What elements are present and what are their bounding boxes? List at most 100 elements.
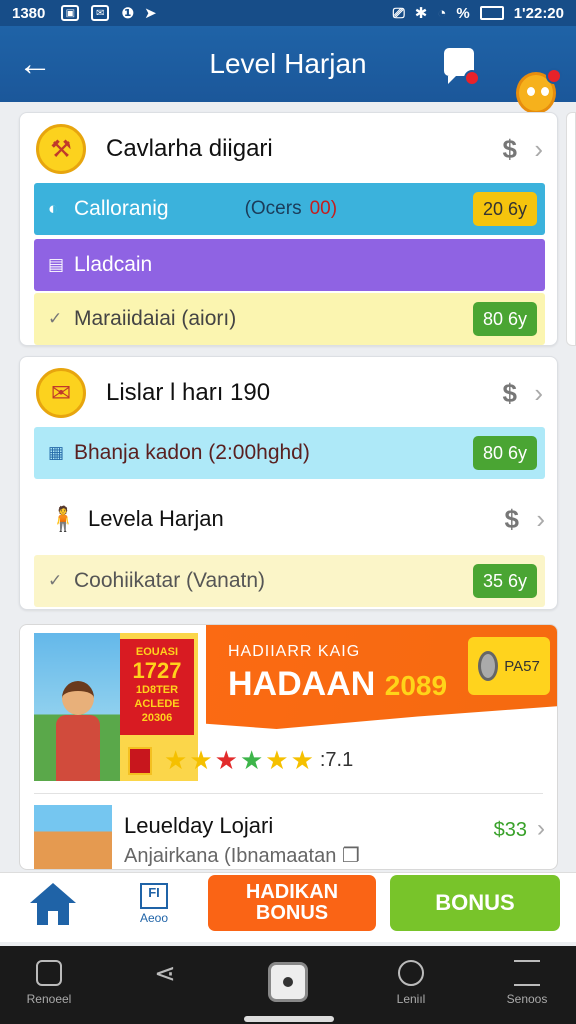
status-time: 1380 — [12, 4, 46, 22]
card-one-header[interactable]: ⚒ Cavlarha diigari $ › — [20, 115, 557, 183]
list-icon: ▤ — [48, 255, 65, 274]
price-badge: 20 6y — [472, 192, 537, 226]
rating-stars: ★ ★ ★ ★ ★ ★ :7.1 — [128, 745, 353, 776]
divider — [34, 793, 543, 794]
dollar-icon: $ — [504, 503, 519, 534]
promo-poster: EOUASI 1727 1D8TER ACLEDE 20306 — [120, 639, 194, 735]
promo-headline-small: HADIIARR KAIG — [228, 643, 361, 660]
chevron-right-icon: › — [534, 133, 543, 164]
item-subtitle-text: Anjairkana (Ibnamaatan — [124, 845, 337, 867]
bluetooth-icon: ✱ — [414, 5, 428, 22]
rating-value: :7.1 — [319, 749, 354, 771]
nav-label: Renoeel — [26, 992, 72, 1006]
person-illustration — [56, 681, 100, 781]
message-icon: ✉ — [91, 5, 110, 21]
price-badge: 80 6y — [472, 436, 537, 470]
star-icon: ★ — [265, 745, 289, 775]
nav-menu[interactable]: Senoos — [492, 960, 562, 1006]
row-maraiidaiai[interactable]: ✓ Maraiidaiai (aiorı) 80 6y — [34, 293, 545, 345]
send-icon: ➤ — [144, 5, 157, 22]
status-bar: 1380 ▣ ✉ ❶ ➤ ⎚ ✱ ◔ % 1'22:20 — [0, 0, 576, 26]
promo-card[interactable]: EOUASI 1727 1D8TER ACLEDE 20306 HADIIARR… — [19, 624, 558, 870]
status-right: ⎚ ✱ ◔ % 1'22:20 — [392, 4, 564, 23]
row-note: (Ocers — [244, 198, 302, 219]
star-icon: ★ — [239, 745, 264, 775]
home-icon[interactable] — [30, 883, 76, 929]
card-one[interactable]: ⚒ Cavlarha diigari $ › ◐ Calloranig (Oce… — [19, 112, 558, 346]
share-icon: ⋖ — [154, 958, 176, 988]
camera-button[interactable] — [268, 962, 308, 1002]
star-icon: ★ — [290, 745, 314, 775]
chevron-right-icon: › — [536, 503, 545, 534]
card-two-header[interactable]: ✉ Lislar l harı 190 $ › — [20, 359, 557, 427]
mascot-eye-left — [527, 87, 535, 96]
character-icon: 🧍 — [48, 505, 78, 533]
poster-line: EOUASI — [135, 646, 179, 658]
nav-label: Leniıl — [396, 992, 426, 1006]
house-icon — [36, 960, 62, 986]
dollar-icon: $ — [502, 377, 517, 408]
row-label: Coohiikatar (Vanatn) — [74, 569, 266, 592]
app-bar: ← Level Harjan — [0, 26, 576, 114]
search-icon — [398, 960, 424, 986]
battery-percent: % — [456, 4, 470, 22]
tools-coin-icon: ⚒ — [36, 124, 86, 174]
notification-dot — [464, 70, 480, 86]
token-icon — [478, 651, 499, 681]
gift-icon — [128, 746, 152, 775]
cast-icon: ⎚ — [392, 4, 405, 22]
home-roof — [30, 883, 76, 903]
photo-icon: ▣ — [61, 5, 80, 21]
item-thumbnail — [34, 805, 112, 869]
person-body — [56, 715, 100, 781]
row-label: Lladcain — [74, 253, 153, 276]
promo-stamp[interactable]: PA57 — [468, 637, 550, 695]
row-label: Calloranig — [74, 197, 169, 220]
nav-search[interactable]: Leniıl — [376, 960, 446, 1006]
home-indicator[interactable] — [244, 1016, 334, 1022]
item-subtitle: Anjairkana (Ibnamaatan ❐ — [124, 843, 360, 868]
bonus-button[interactable]: BONUS — [390, 875, 560, 931]
person-head — [62, 681, 94, 715]
row-levela[interactable]: 🧍 Levela Harjan $ › — [34, 493, 545, 545]
poster-line: 1727 — [132, 658, 182, 683]
side-edge-card — [566, 112, 576, 346]
check-icon: ✓ — [48, 309, 63, 328]
row-coohiikatar[interactable]: ✓ Coohiikatar (Vanatn) 35 6y — [34, 555, 545, 607]
card-two-title: Lislar l harı 190 — [106, 379, 271, 406]
star-icon: ★ — [214, 745, 238, 775]
price-badge: 35 6y — [472, 564, 537, 598]
ticket-coin-icon: ✉ — [36, 368, 86, 418]
row-lladcain[interactable]: ▤ Lladcain — [34, 239, 545, 291]
poster-line: 20306 — [141, 712, 173, 724]
tag-icon: ◐ — [48, 199, 59, 218]
row-bhanja[interactable]: ▦ Bhanja kadon (2:00hghd) 80 6y — [34, 427, 545, 479]
hadikan-bonus-button[interactable]: HADIKAN BONUS — [208, 875, 376, 931]
avatar-dot — [546, 68, 562, 84]
item-price: $33 — [493, 819, 527, 841]
check-icon: ✓ — [48, 571, 63, 590]
menu-icon — [514, 960, 540, 986]
status-clock: 1'22:20 — [513, 4, 564, 22]
row-label: Maraiidaiai (aiorı) — [74, 307, 237, 330]
promo-year: 2089 — [384, 670, 448, 701]
price-badge: 80 6y — [472, 302, 537, 336]
nav-home[interactable]: Renoeel — [14, 960, 84, 1006]
item-title: Leuelday Lojari — [124, 813, 274, 838]
nav-share[interactable]: ⋖ — [130, 960, 200, 992]
nav-label: Senoos — [506, 992, 548, 1006]
about-label: Aeoo — [139, 911, 169, 925]
dollar-icon: $ — [502, 133, 517, 164]
poster-line: ACLEDE — [134, 698, 180, 710]
poster-line: 1D8TER — [135, 684, 179, 696]
page-title: Level Harjan — [209, 48, 367, 79]
about-tab[interactable]: FI Aeoo — [132, 883, 176, 925]
row-calloranig[interactable]: ◐ Calloranig (Ocers 00) 20 6y — [34, 183, 545, 235]
copy-icon: ❐ — [341, 845, 360, 867]
stamp-label: PA57 — [504, 657, 540, 675]
button-line: BONUS — [255, 902, 329, 924]
battery-icon — [479, 6, 504, 20]
pinterest-icon: ❶ — [121, 5, 135, 22]
card-two[interactable]: ✉ Lislar l harı 190 $ › ▦ Bhanja kadon (… — [19, 356, 558, 610]
row-note-red: 00) — [309, 198, 338, 219]
